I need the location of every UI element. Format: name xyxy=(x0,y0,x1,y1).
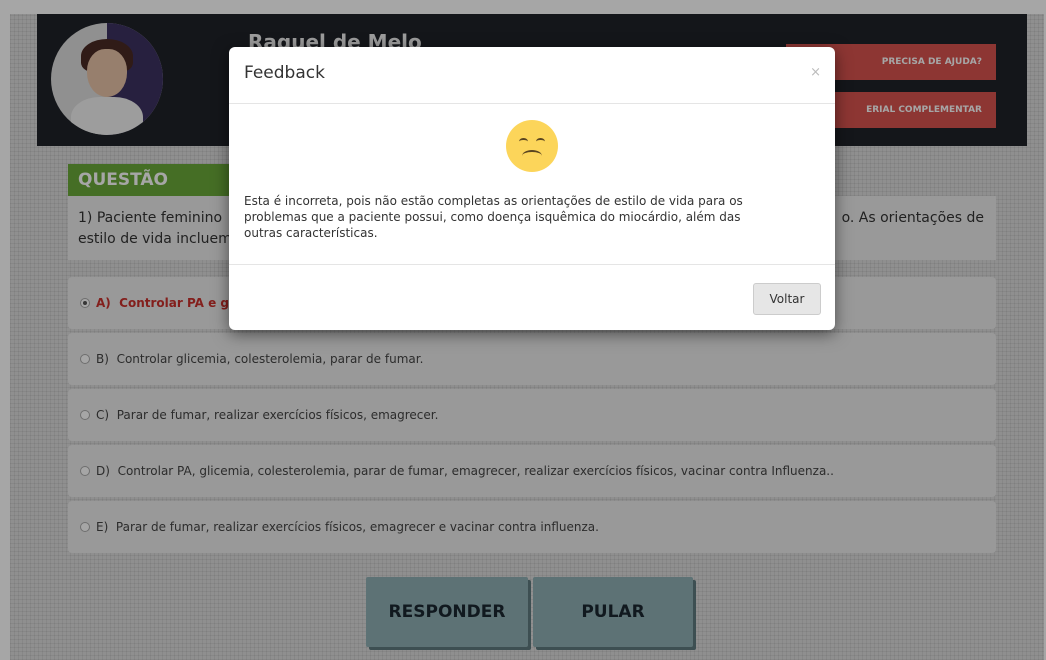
sad-face-left-eye xyxy=(519,138,528,145)
feedback-modal: Feedback × Esta é incorreta, pois não es… xyxy=(229,47,835,330)
feedback-message: Esta é incorreta, pois não estão complet… xyxy=(244,193,804,241)
modal-title: Feedback xyxy=(244,63,325,83)
modal-footer: Voltar xyxy=(229,264,835,330)
feedback-message-line-2: problemas que a paciente possui, como do… xyxy=(244,210,741,224)
modal-header: Feedback × xyxy=(229,47,835,104)
feedback-message-line-3: outras características. xyxy=(244,226,378,240)
sad-face-right-eye xyxy=(536,138,545,145)
sad-face-icon xyxy=(506,120,558,172)
close-icon[interactable]: × xyxy=(810,65,821,80)
sad-face-mouth xyxy=(522,150,542,162)
back-button[interactable]: Voltar xyxy=(753,283,821,315)
feedback-message-line-1: Esta é incorreta, pois não estão complet… xyxy=(244,194,743,208)
